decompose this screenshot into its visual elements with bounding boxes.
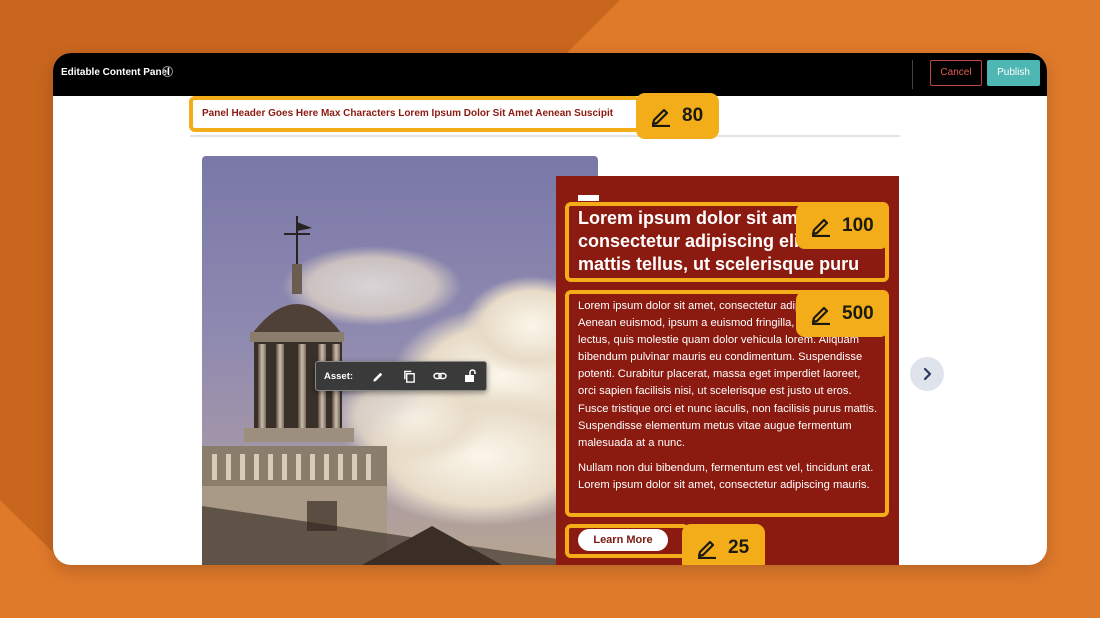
toolbar-divider xyxy=(912,60,913,89)
panel-header-outline xyxy=(189,96,641,132)
copy-icon[interactable] xyxy=(394,365,425,387)
cta-char-limit-badge: 25 xyxy=(682,524,765,565)
body-char-limit: 500 xyxy=(842,303,874,324)
headline-char-limit: 100 xyxy=(842,215,874,236)
asset-toolbar: Asset: xyxy=(315,361,487,391)
link-icon[interactable] xyxy=(425,365,456,387)
cta-edit-outline xyxy=(565,524,689,558)
accent-bar xyxy=(578,195,599,201)
publish-button[interactable]: Publish xyxy=(987,60,1040,86)
header-char-limit: 80 xyxy=(682,105,704,126)
header-char-limit-badge: 80 xyxy=(636,93,719,139)
editor-window: Editable Content Panel i Cancel Publish xyxy=(53,53,1047,565)
pencil-icon xyxy=(811,306,830,325)
pencil-icon xyxy=(811,218,830,237)
cancel-button[interactable]: Cancel xyxy=(930,60,982,86)
header-divider xyxy=(190,135,900,137)
pencil-icon xyxy=(651,108,670,127)
editor-toolbar: Editable Content Panel i Cancel Publish xyxy=(53,53,1047,96)
pencil-icon[interactable] xyxy=(363,365,394,387)
unlock-icon[interactable] xyxy=(455,365,486,387)
panel-title: Editable Content Panel xyxy=(61,67,170,78)
info-icon[interactable]: i xyxy=(162,66,173,77)
next-slide-button[interactable] xyxy=(910,357,944,391)
headline-char-limit-badge: 100 xyxy=(796,203,889,249)
pencil-icon xyxy=(697,540,716,559)
body-char-limit-badge: 500 xyxy=(796,291,889,337)
asset-label: Asset: xyxy=(324,370,354,382)
chevron-right-icon xyxy=(923,367,932,381)
cta-char-limit: 25 xyxy=(728,537,750,558)
